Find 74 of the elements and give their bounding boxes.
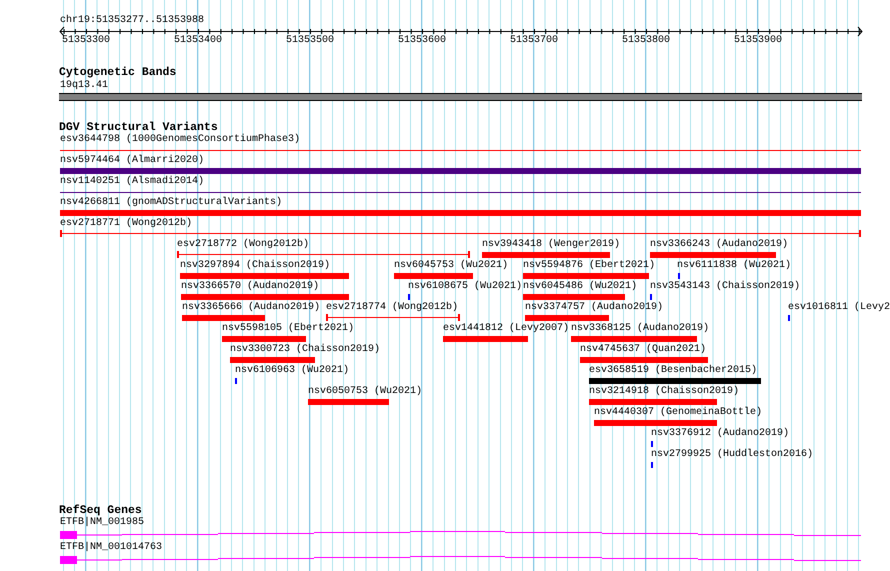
feature-label: esv1016811 (Levy2 (788, 302, 890, 314)
variant-bar[interactable] (523, 273, 649, 279)
variant-line[interactable] (60, 150, 861, 151)
ruler-tick-label: 51353400 (174, 35, 222, 47)
variant-bar[interactable] (308, 399, 389, 405)
feature-label: nsv6111838 (Wu2021) (677, 260, 792, 272)
feature-label: nsv5598105 (Ebert2021) (222, 323, 354, 335)
ruler-tick-label: 51353600 (398, 35, 446, 47)
gene-label: ETFB|NM_001014763 (60, 542, 162, 554)
feature-label: esv1441812 (Levy2007) (443, 323, 570, 335)
ruler-tick-label: 51353500 (286, 35, 334, 47)
variant-interval[interactable] (177, 251, 470, 258)
variant-bar[interactable] (60, 168, 861, 174)
feature-label: nsv3543143 (Chaisson2019) (650, 281, 800, 293)
feature-label: nsv3368125 (Audano2019) (571, 323, 710, 335)
feature-label: nsv4440307 (GenomeinaBottle) (594, 407, 762, 419)
ruler-tick-label: 51353700 (510, 35, 558, 47)
variant-bar[interactable] (580, 357, 708, 363)
variant-bar[interactable] (571, 336, 697, 342)
feature-label: nsv6108675 (Wu2021) (408, 281, 522, 293)
feature-label: nsv6045486 (Wu2021) (523, 281, 638, 293)
feature-label: nsv6045753 (Wu2021) (394, 260, 508, 272)
feature-label: esv2718772 (Wong2012b) (177, 239, 310, 251)
variant-bar[interactable] (650, 252, 776, 258)
gene-model-drawing[interactable] (60, 555, 862, 565)
variant-bar[interactable] (525, 315, 609, 321)
track-title: DGV Structural Variants (59, 121, 218, 134)
location-label: chr19:51353277..51353988 (60, 15, 204, 27)
variant-bar[interactable] (60, 210, 861, 216)
variant-bar[interactable] (594, 420, 717, 426)
variant-bar[interactable] (230, 357, 315, 363)
feature-label: nsv5594876 (Ebert2021) (523, 260, 656, 272)
variant-bar[interactable] (443, 336, 528, 342)
feature-label: nsv3300723 (Chaisson2019) (230, 344, 380, 356)
variant-interval[interactable] (60, 230, 861, 237)
variant-bar[interactable] (222, 336, 306, 342)
variant-bar[interactable] (182, 315, 265, 321)
gene-model-drawing[interactable] (60, 530, 862, 540)
variant-line[interactable] (60, 192, 861, 193)
variant-bar[interactable] (482, 252, 610, 258)
feature-label: esv3658519 (Besenbacher2015) (589, 365, 758, 377)
variant-bar[interactable] (180, 273, 349, 279)
band-label: 19q13.41 (60, 80, 108, 92)
feature-label: nsv3943418 (Wenger2019) (482, 239, 620, 251)
track-title: Cytogenetic Bands (59, 66, 176, 80)
feature-label: nsv3366570 (Audano2019) (181, 281, 320, 293)
feature-label: nsv4745637 (Quan2021) (580, 344, 706, 356)
cytoband-bar[interactable] (59, 93, 862, 101)
ruler-tick-label: 51353800 (622, 35, 670, 47)
feature-label: nsv3297894 (Chaisson2019) (180, 260, 330, 272)
feature-label: nsv3366243 (Audano2019) (650, 239, 788, 251)
feature-label: nsv3374757 (Audano2019) (525, 302, 664, 314)
track-title: RefSeq Genes (59, 504, 142, 517)
gene-label: ETFB|NM_001985 (60, 517, 144, 529)
variant-bar[interactable] (589, 378, 761, 384)
variant-bar[interactable] (181, 294, 349, 300)
feature-label: esv2718774 (Wong2012b) (326, 302, 458, 314)
feature-label: nsv4266811 (gnomADStructuralVariants) (60, 197, 282, 209)
feature-label: nsv3365666 (Audano2019) (182, 302, 320, 314)
feature-label: nsv2799925 (Huddleston2016) (651, 449, 814, 461)
feature-label: nsv6106963 (Wu2021) (235, 365, 350, 377)
variant-interval[interactable] (326, 314, 460, 321)
variant-bar[interactable] (589, 399, 717, 405)
feature-label: esv3644798 (1000GenomesConsortiumPhase3) (60, 134, 300, 146)
feature-label: nsv6050753 (Wu2021) (308, 386, 422, 398)
ruler-tick-label: 51353900 (734, 35, 782, 47)
feature-label: nsv3214918 (Chaisson2019) (589, 386, 740, 398)
feature-label: nsv5974464 (Almarri2020) (60, 155, 204, 167)
ruler-tick-label: 51353300 (62, 35, 110, 47)
feature-label: nsv3376912 (Audano2019) (651, 428, 790, 440)
feature-label: esv2718771 (Wong2012b) (60, 218, 192, 230)
variant-bar[interactable] (394, 273, 473, 279)
feature-label: nsv1140251 (Alsmadi2014) (60, 176, 204, 188)
variant-bar[interactable] (523, 294, 625, 300)
